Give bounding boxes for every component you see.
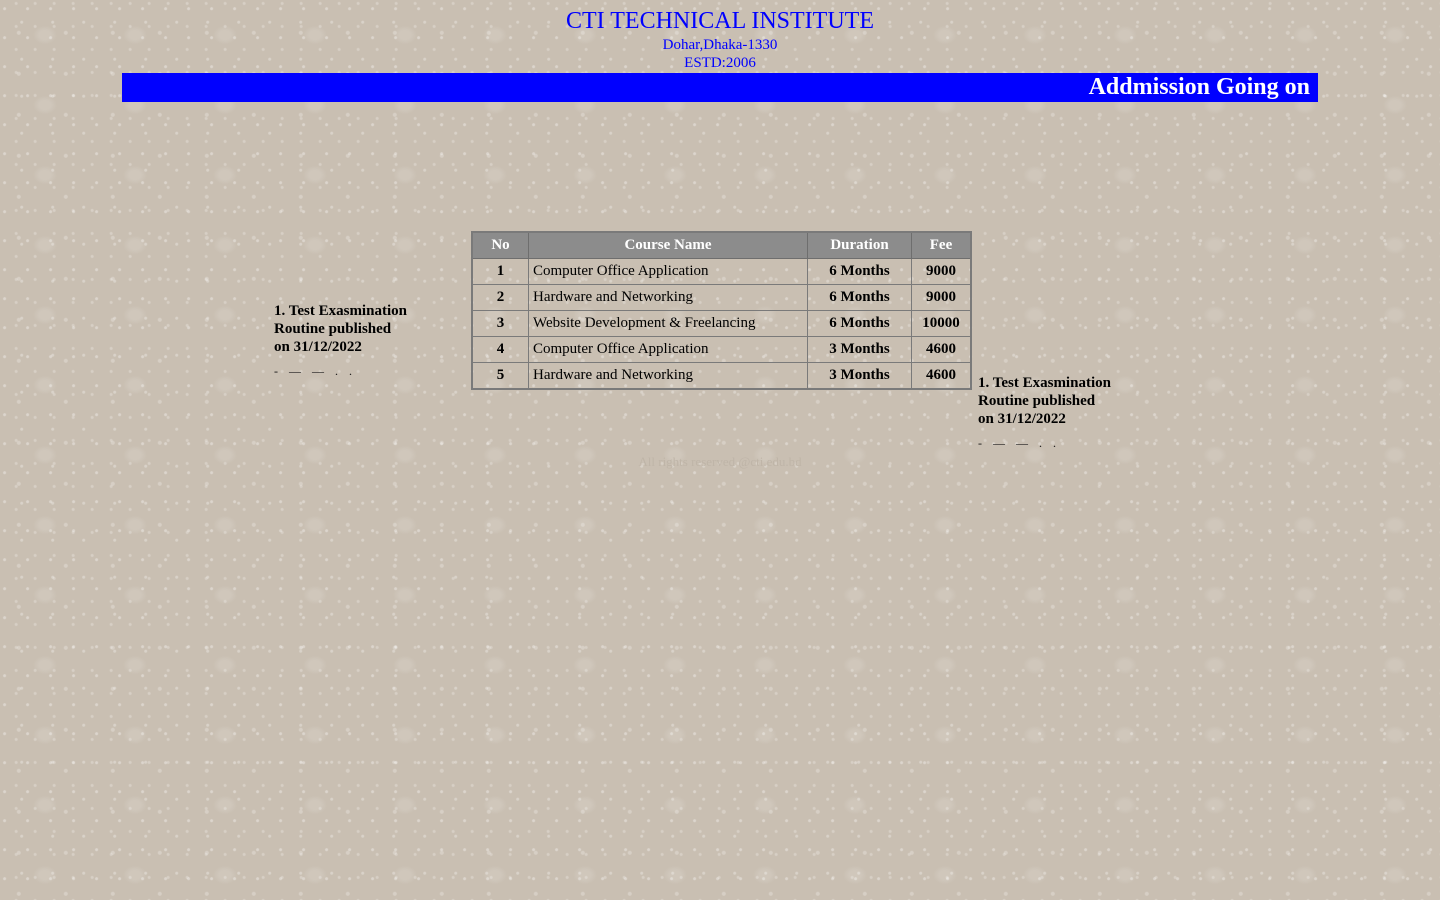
- cell-fee: 9000: [911, 284, 972, 311]
- table-row: 3 Website Development & Freelancing 6 Mo…: [471, 310, 972, 337]
- cell-course-name: Computer Office Application: [528, 336, 808, 363]
- notice-line[interactable]: on 31/12/2022: [274, 338, 444, 356]
- cell-no: 2: [471, 284, 529, 311]
- notice-separator: - — — . .: [274, 364, 356, 378]
- cell-duration: 6 Months: [807, 310, 912, 337]
- cell-no: 4: [471, 336, 529, 363]
- notice-board-left: 1. Test Exasmination Routine published o…: [274, 302, 444, 380]
- institute-address: Dohar,Dhaka-1330: [662, 37, 778, 53]
- header-duration: Duration: [807, 231, 912, 259]
- institute-title: CTI TECHNICAL INSTITUTE: [566, 8, 874, 34]
- table-row: 4 Computer Office Application 3 Months 4…: [471, 336, 972, 363]
- admission-marquee-text: Addmission Going on: [1088, 74, 1310, 100]
- cell-fee: 9000: [911, 258, 972, 285]
- course-table: No Course Name Duration Fee 1 Computer O…: [471, 231, 972, 390]
- header-fee: Fee: [911, 231, 972, 259]
- cell-duration: 3 Months: [807, 336, 912, 363]
- cell-duration: 6 Months: [807, 284, 912, 311]
- cell-fee: 4600: [911, 336, 972, 363]
- cell-course-name: Website Development & Freelancing: [528, 310, 808, 337]
- cell-course-name: Computer Office Application: [528, 258, 808, 285]
- table-row: 1 Computer Office Application 6 Months 9…: [471, 258, 972, 285]
- cell-no: 1: [471, 258, 529, 285]
- notice-line[interactable]: 1. Test Exasmination: [978, 374, 1148, 392]
- table-header-row: No Course Name Duration Fee: [471, 231, 972, 259]
- notice-line[interactable]: Routine published: [978, 392, 1148, 410]
- notice-line[interactable]: 1. Test Exasmination: [274, 302, 444, 320]
- notice-line[interactable]: Routine published: [274, 320, 444, 338]
- cell-no: 3: [471, 310, 529, 337]
- cell-fee: 4600: [911, 362, 972, 390]
- admission-marquee: Addmission Going on: [122, 73, 1318, 102]
- site-header: CTI TECHNICAL INSTITUTE Dohar,Dhaka-1330…: [0, 6, 1440, 72]
- notice-separator: - — — . .: [978, 436, 1060, 450]
- table-row: 2 Hardware and Networking 6 Months 9000: [471, 284, 972, 311]
- cell-duration: 6 Months: [807, 258, 912, 285]
- cell-duration: 3 Months: [807, 362, 912, 390]
- table-row: 5 Hardware and Networking 3 Months 4600: [471, 362, 972, 390]
- institute-established: ESTD:2006: [684, 55, 756, 71]
- cell-fee: 10000: [911, 310, 972, 337]
- header-course-name: Course Name: [528, 231, 808, 259]
- footer-copyright: All rights reserved @cti.edu.bd: [638, 454, 802, 469]
- cell-course-name: Hardware and Networking: [528, 284, 808, 311]
- notice-line[interactable]: on 31/12/2022: [978, 410, 1148, 428]
- notice-board-right: 1. Test Exasmination Routine published o…: [978, 374, 1148, 452]
- cell-no: 5: [471, 362, 529, 390]
- header-no: No: [471, 231, 529, 259]
- cell-course-name: Hardware and Networking: [528, 362, 808, 390]
